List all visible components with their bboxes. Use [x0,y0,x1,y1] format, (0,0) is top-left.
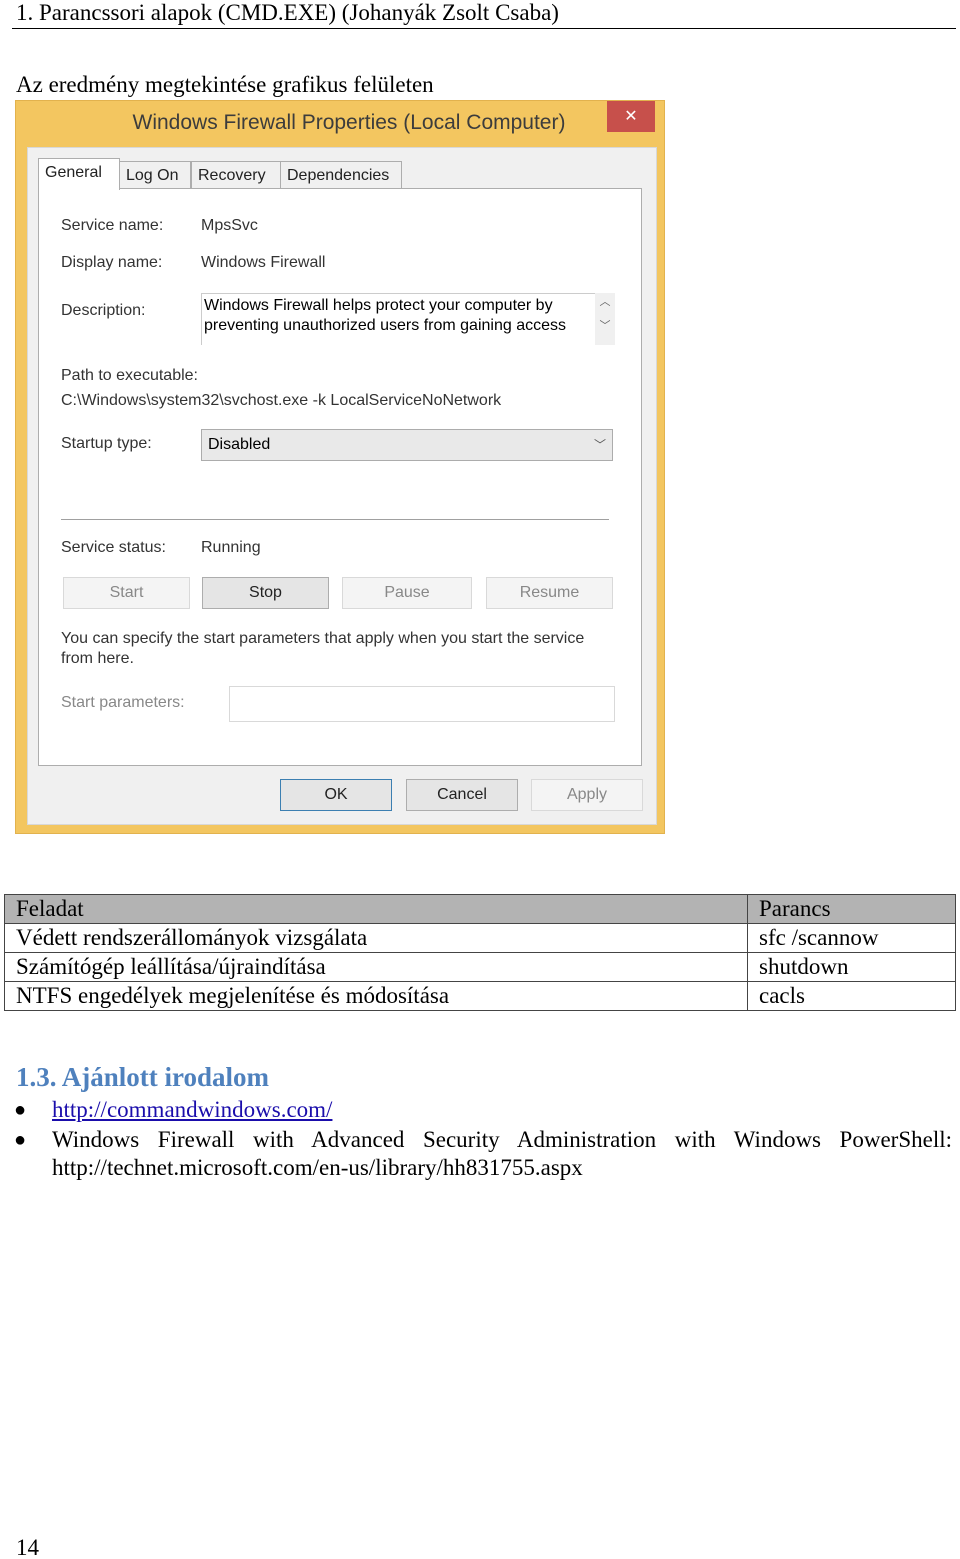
table-cell: Számítógép leállítása/újraindítása [4,952,748,982]
chevron-down-icon: ﹀ [593,438,606,452]
apply-button[interactable]: Apply [531,779,643,811]
start-params-label: Start parameters: [61,694,185,711]
separator [61,519,609,520]
firewall-properties-dialog: Windows Firewall Properties (Local Compu… [15,100,665,834]
resume-button[interactable]: Resume [486,577,613,609]
service-name-label: Service name: [61,217,164,234]
tab-general[interactable]: General [38,158,120,190]
start-params-hint: You can specify the start parameters tha… [61,630,585,667]
pause-button[interactable]: Pause [342,577,472,609]
start-button[interactable]: Start [63,577,190,609]
service-status-label: Service status: [61,539,166,556]
general-tab-panel: Service name: MpsSvc Display name: Windo… [38,188,642,766]
path-label: Path to executable: [61,367,198,384]
service-status-value: Running [201,539,261,556]
ok-button[interactable]: OK [280,779,392,811]
bullet-icon: ● [14,1099,27,1121]
table-cell: sfc /scannow [747,923,956,953]
list-item-url: http://technet.microsoft.com/en-us/libra… [52,1155,583,1180]
scroll-up-icon[interactable]: ︿ [595,293,615,309]
header-rule [12,28,956,29]
display-name-label: Display name: [61,254,163,271]
table-row: Védett rendszerállományok vizsgálata sfc … [4,923,956,953]
path-value: C:\Windows\system32\svchost.exe -k Local… [61,392,502,409]
table-cell: NTFS engedélyek megjelenítése és módosít… [4,981,748,1011]
description-scrollbar[interactable]: ︿ ﹀ [595,293,615,345]
dialog-body: General Log On Recovery Dependencies Ser… [27,147,657,825]
tab-log-on[interactable]: Log On [119,161,191,189]
caption: Az eredmény megtekintése grafikus felüle… [16,72,434,97]
description-label: Description: [61,302,146,319]
table-header-row: Feladat Parancs [4,894,956,924]
close-button[interactable]: ✕ [607,101,655,132]
table-cell: cacls [747,981,956,1011]
tab-recovery[interactable]: Recovery [191,161,281,189]
display-name-value: Windows Firewall [201,254,326,271]
scroll-down-icon[interactable]: ﹀ [595,317,615,333]
header-cell: Parancs [747,894,956,924]
document-page: 1. Parancssori alapok (CMD.EXE) (Johanyá… [0,0,960,1559]
running-header: 1. Parancssori alapok (CMD.EXE) (Johanyá… [16,0,559,25]
bullet-icon: ● [14,1129,27,1151]
service-name-value: MpsSvc [201,217,258,234]
cancel-button[interactable]: Cancel [406,779,518,811]
tab-dependencies[interactable]: Dependencies [280,161,402,189]
startup-type-value: Disabled [208,436,271,453]
table-cell: shutdown [747,952,956,982]
header-cell: Feladat [4,894,748,924]
table-row: NTFS engedélyek megjelenítése és módosít… [4,981,956,1011]
start-params-input[interactable] [229,686,615,722]
section-heading: 1.3. Ajánlott irodalom [16,1062,270,1092]
list-item-text: Windows Firewall with Advanced Security … [52,1127,952,1152]
list-item: http://commandwindows.com/ [52,1097,332,1123]
link-commandwindows[interactable]: http://commandwindows.com/ [52,1097,332,1122]
description-box[interactable]: Windows Firewall helps protect your comp… [201,293,611,345]
page-number: 14 [16,1535,39,1559]
stop-button[interactable]: Stop [202,577,329,609]
table-cell: Védett rendszerállományok vizsgálata [4,923,748,953]
startup-type-label: Startup type: [61,435,152,452]
table-row: Számítógép leállítása/újraindítása shutdo… [4,952,956,982]
startup-type-select[interactable]: Disabled ﹀ [201,429,613,461]
command-table: Feladat Parancs Védett rendszerállományo… [4,894,956,1011]
dialog-title: Windows Firewall Properties (Local Compu… [132,111,566,134]
